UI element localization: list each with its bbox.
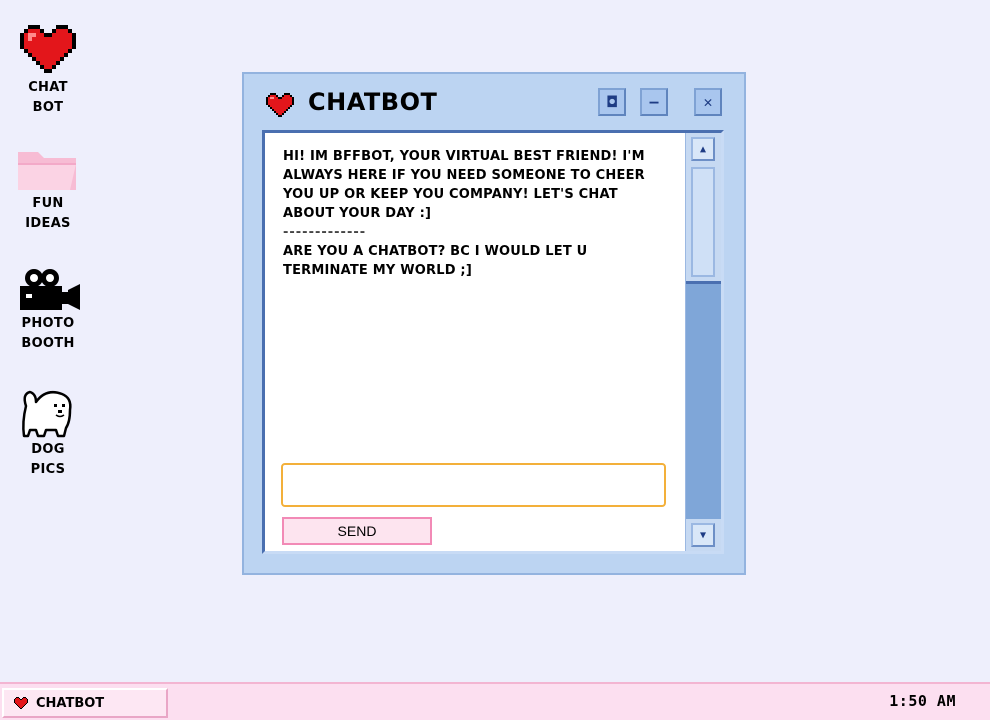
- bot-message: HI! IM BFFBOT, YOUR VIRTUAL BEST FRIEND!…: [283, 149, 645, 221]
- taskbar: CHATBOT 1:50 AM: [0, 682, 990, 720]
- chat-messages: HI! IM BFFBOT, YOUR VIRTUAL BEST FRIEND!…: [283, 147, 673, 280]
- heart-icon: [20, 25, 76, 73]
- scroll-thumb[interactable]: [691, 167, 715, 277]
- chatbot-window: CHATBOT ◘ – ✕ HI! IM BFFBOT, YOUR VIRTUA…: [242, 72, 746, 575]
- scrollbar[interactable]: ▲ ▼: [685, 133, 721, 551]
- message-divider: -------------: [283, 225, 367, 240]
- heart-icon: [266, 93, 294, 117]
- scroll-down-button[interactable]: ▼: [691, 523, 715, 547]
- close-icon: ✕: [703, 92, 713, 111]
- bot-message: ARE YOU A CHATBOT? BC I WOULD LET U TERM…: [283, 244, 588, 278]
- desktop-icon-fun-ideas[interactable]: FUN IDEAS: [8, 148, 88, 234]
- camera-icon: [20, 269, 80, 310]
- window-title: CHATBOT: [308, 88, 438, 116]
- maximize-button[interactable]: ◘: [598, 88, 626, 116]
- scroll-up-button[interactable]: ▲: [691, 137, 715, 161]
- taskbar-chatbot-label: CHATBOT: [36, 695, 105, 711]
- desktop-icon-label: DOG PICS: [30, 442, 66, 477]
- chevron-up-icon: ▲: [699, 143, 707, 155]
- dog-icon: [22, 390, 72, 438]
- desktop-icon-label: CHAT BOT: [28, 80, 68, 115]
- minimize-button[interactable]: –: [640, 88, 668, 116]
- desktop-icon-label: PHOTO BOOTH: [21, 316, 75, 351]
- desktop-icon-label: FUN IDEAS: [25, 196, 71, 231]
- maximize-icon: ◘: [607, 92, 617, 111]
- close-button[interactable]: ✕: [694, 88, 722, 116]
- taskbar-chatbot-button[interactable]: CHATBOT: [2, 688, 168, 718]
- desktop-icon-dog-pics[interactable]: DOG PICS: [8, 384, 88, 480]
- scroll-track[interactable]: [686, 281, 721, 519]
- desktop-icon-chatbot[interactable]: CHAT BOT: [8, 24, 88, 118]
- chat-input[interactable]: [281, 463, 666, 507]
- window-titlebar[interactable]: CHATBOT ◘ – ✕: [244, 74, 744, 130]
- folder-icon: [18, 152, 76, 190]
- heart-icon: [14, 696, 28, 709]
- chevron-down-icon: ▼: [699, 529, 707, 541]
- clock: 1:50 AM: [889, 692, 956, 710]
- chat-panel: HI! IM BFFBOT, YOUR VIRTUAL BEST FRIEND!…: [262, 130, 724, 554]
- minimize-icon: –: [649, 92, 659, 111]
- desktop-icon-photo-booth[interactable]: PHOTO BOOTH: [8, 266, 88, 354]
- send-button[interactable]: SEND: [282, 517, 432, 545]
